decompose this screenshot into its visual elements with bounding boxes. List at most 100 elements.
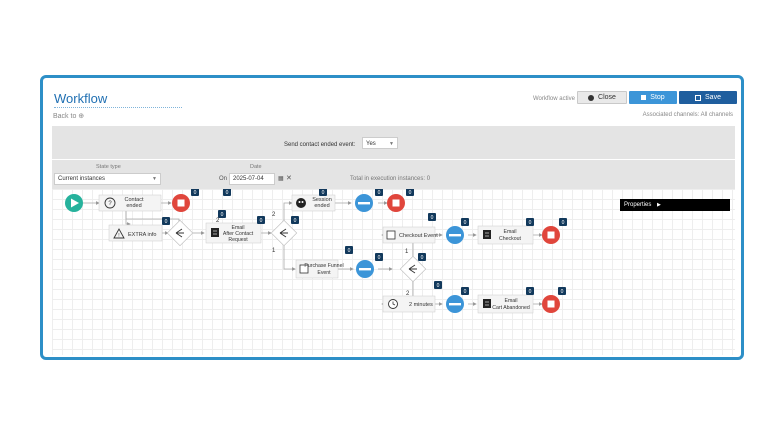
event-icon (386, 230, 396, 240)
split-node[interactable] (166, 219, 194, 247)
node-email-checkout[interactable]: Email Checkout (477, 225, 534, 245)
email-icon (483, 299, 491, 308)
properties-panel-toggle[interactable]: Properties ▶ (620, 199, 730, 211)
counter-badge: 0 (319, 189, 327, 196)
node-label: Checkout (499, 236, 521, 242)
node-email-cart-abandoned[interactable]: Email Cart Abandoned (477, 294, 534, 314)
counter-badge: 0 (191, 189, 199, 196)
counter-badge: 0 (428, 213, 436, 221)
wait-node[interactable] (355, 194, 373, 212)
counter-badge: 0 (345, 246, 353, 254)
svg-text:0: 0 (421, 255, 424, 261)
counter-badge: 0 (526, 218, 534, 226)
counter-badge: 0 (461, 218, 469, 226)
workflow-canvas[interactable]: 2 1 2 1 1 2 ? Contact ended (52, 189, 735, 355)
session-icon (296, 198, 306, 208)
circle-icon (588, 94, 595, 101)
node-label: Cart Abandoned (492, 305, 530, 311)
edge-label: 1 (405, 249, 409, 255)
date-input[interactable]: 2025-07-04 (229, 173, 275, 185)
svg-text:0: 0 (226, 190, 229, 196)
node-checkout-event[interactable]: Checkout Event (382, 226, 438, 244)
split-node[interactable] (270, 219, 298, 247)
minus-icon (449, 234, 461, 237)
counter-badge: 0 (375, 189, 383, 196)
counter-badge: 0 (218, 210, 226, 218)
stop-node[interactable] (542, 295, 560, 313)
svg-text:0: 0 (464, 289, 467, 295)
title-underline (54, 106, 182, 108)
counter-badge: 0 (257, 216, 265, 224)
workflow-active-label: Workflow active (533, 96, 575, 102)
svg-text:0: 0 (562, 220, 565, 226)
node-label: 2 minutes (409, 302, 433, 308)
node-purchase-funnel[interactable]: Purchase Funnel Event (295, 259, 344, 279)
close-button[interactable]: Close (577, 91, 627, 104)
close-label: Close (598, 94, 616, 101)
node-label: EXTRA info (128, 232, 156, 238)
clear-date-icon[interactable]: ✕ (286, 174, 292, 182)
wait-node[interactable] (446, 226, 464, 244)
svg-text:0: 0 (221, 212, 224, 218)
stop-icon (641, 95, 647, 100)
stop-node[interactable] (172, 194, 190, 212)
counter-badge: 0 (434, 281, 442, 289)
stop-button[interactable]: Stop (629, 91, 677, 104)
node-session-ended[interactable]: Session ended (291, 194, 336, 212)
edge-label: 1 (272, 248, 276, 254)
minus-icon (358, 202, 370, 205)
stop-icon (547, 231, 555, 239)
start-node[interactable] (65, 194, 83, 212)
counter-badge: 0 (375, 253, 383, 261)
chevron-down-icon: ▼ (389, 141, 394, 147)
node-two-minutes[interactable]: 2 minutes (382, 295, 436, 313)
back-link[interactable]: Back to ⊕ (53, 112, 84, 120)
node-label: Email (505, 298, 518, 304)
node-contact-ended[interactable]: ? Contact ended (98, 194, 162, 212)
minus-icon (359, 268, 371, 271)
counter-badge: 0 (418, 253, 426, 261)
counter-badge: 0 (223, 189, 231, 196)
page-title: Workflow (54, 91, 108, 106)
calendar-icon[interactable]: ▦ (278, 175, 284, 182)
counter-badge: 0 (526, 287, 534, 295)
stop-node[interactable] (387, 194, 405, 212)
svg-text:0: 0 (529, 289, 532, 295)
svg-text:0: 0 (322, 190, 325, 196)
send-event-label: Send contact ended event: (284, 142, 356, 148)
svg-text:0: 0 (348, 248, 351, 254)
svg-text:0: 0 (431, 215, 434, 221)
counter-badge: 0 (558, 287, 566, 295)
svg-text:0: 0 (194, 190, 197, 196)
node-email-after-contact[interactable]: Email After Contact Request (205, 222, 262, 244)
send-event-value: Yes (366, 141, 376, 147)
svg-text:0: 0 (165, 219, 168, 225)
state-type-select[interactable]: Current instances ▼ (54, 173, 161, 185)
stop-node[interactable] (542, 226, 560, 244)
on-label: On (219, 176, 228, 182)
svg-text:0: 0 (378, 255, 381, 261)
email-icon (483, 230, 491, 239)
svg-text:0: 0 (260, 218, 263, 224)
wait-node[interactable] (446, 295, 464, 313)
node-label: Checkout Event (399, 233, 438, 239)
counter-badge: 0 (406, 189, 414, 196)
total-instances: Total in execution instances: 0 (350, 176, 431, 182)
send-event-select[interactable]: Yes ▼ (362, 137, 398, 149)
stop-icon (392, 199, 400, 207)
workflow-window: Workflow Back to ⊕ Workflow active Close… (40, 75, 744, 360)
svg-text:0: 0 (464, 220, 467, 226)
chevron-right-icon: ▶ (657, 202, 661, 208)
counter-badge: 0 (559, 218, 567, 226)
edges (83, 201, 543, 306)
stop-icon (547, 300, 555, 308)
workflow-diagram: 2 1 2 1 1 2 ? Contact ended (65, 189, 567, 314)
svg-text:0: 0 (294, 218, 297, 224)
save-button[interactable]: Save (679, 91, 737, 104)
node-label: Purchase Funnel (304, 263, 343, 269)
properties-label: Properties (624, 202, 652, 208)
counter-badge: 0 (291, 216, 299, 224)
wait-node[interactable] (356, 260, 374, 278)
node-label: ended (314, 203, 329, 209)
node-extra-info[interactable]: ! EXTRA info (108, 224, 163, 242)
